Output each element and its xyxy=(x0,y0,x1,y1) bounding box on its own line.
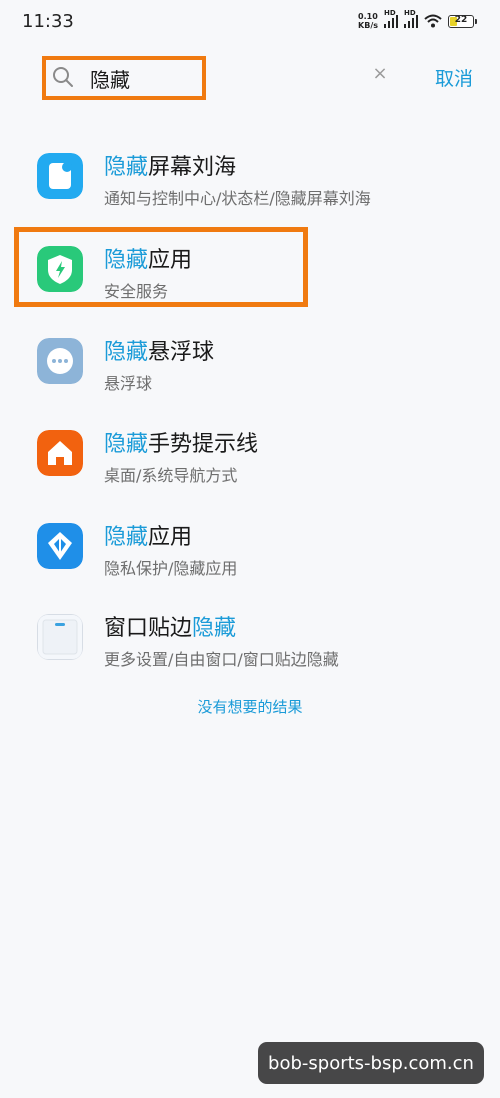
result-title: 隐藏应用 xyxy=(104,525,193,550)
floating-ball-icon xyxy=(37,338,83,384)
wifi-icon xyxy=(424,14,442,28)
search-icon xyxy=(53,67,73,87)
window-edge-icon xyxy=(37,614,83,660)
battery-level: 22 xyxy=(454,14,468,25)
result-item-window-edge-hide[interactable]: 窗口贴边隐藏 更多设置/自由窗口/窗口贴边隐藏 xyxy=(0,596,500,682)
result-subtitle: 悬浮球 xyxy=(104,374,153,393)
result-subtitle: 更多设置/自由窗口/窗口贴边隐藏 xyxy=(104,650,339,669)
privacy-icon xyxy=(37,523,83,569)
network-speed: 0.10 KB/s xyxy=(358,12,378,30)
result-item-hide-gesture-line[interactable]: 隐藏手势提示线 桌面/系统导航方式 xyxy=(0,412,500,498)
status-time: 11:33 xyxy=(22,11,74,32)
result-title: 窗口贴边隐藏 xyxy=(104,616,237,641)
watermark: bob-sports-bsp.com.cn xyxy=(258,1042,484,1084)
clear-icon[interactable]: × xyxy=(372,65,388,83)
home-icon xyxy=(37,430,83,476)
no-result-link[interactable]: 没有想要的结果 xyxy=(0,696,500,717)
status-icons: 0.10 KB/s HD HD 22 xyxy=(358,9,477,30)
signal-hd-label: HD xyxy=(384,9,396,17)
signal-icon-2: HD xyxy=(404,9,418,28)
result-subtitle: 桌面/系统导航方式 xyxy=(104,466,238,485)
result-subtitle: 通知与控制中心/状态栏/隐藏屏幕刘海 xyxy=(104,189,371,208)
cancel-button[interactable]: 取消 xyxy=(435,64,473,91)
result-item-hide-floating-ball[interactable]: 隐藏悬浮球 悬浮球 xyxy=(0,320,500,406)
result-subtitle: 隐私保护/隐藏应用 xyxy=(104,559,238,578)
result-item-hide-app-privacy[interactable]: 隐藏应用 隐私保护/隐藏应用 xyxy=(0,505,500,591)
network-speed-unit: KB/s xyxy=(358,21,378,30)
result-title: 隐藏屏幕刘海 xyxy=(104,155,237,180)
battery-icon: 22 xyxy=(448,14,477,28)
network-speed-value: 0.10 xyxy=(358,12,378,21)
highlight-annotation-frame xyxy=(14,227,308,307)
result-title: 隐藏手势提示线 xyxy=(104,432,259,457)
search-input[interactable]: 隐藏 xyxy=(90,64,130,93)
status-bar: 11:33 0.10 KB/s HD HD 22 xyxy=(0,0,500,44)
result-title: 隐藏悬浮球 xyxy=(104,340,215,365)
notch-icon xyxy=(37,153,83,199)
signal-hd-label-2: HD xyxy=(404,9,416,17)
signal-icon: HD xyxy=(384,9,398,28)
result-item-hide-notch[interactable]: 隐藏屏幕刘海 通知与控制中心/状态栏/隐藏屏幕刘海 xyxy=(0,135,500,221)
